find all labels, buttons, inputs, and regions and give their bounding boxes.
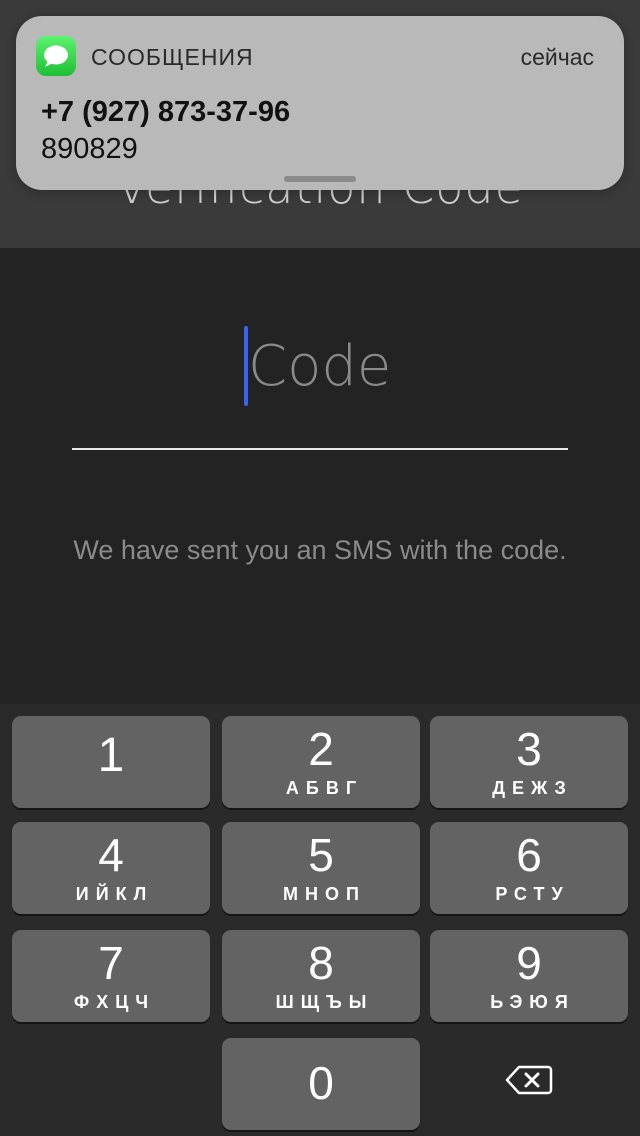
key-6[interactable]: 6 РСТУ	[430, 822, 628, 914]
sms-notification-banner[interactable]: СООБЩЕНИЯ сейчас +7 (927) 873-37-96 8908…	[16, 16, 624, 190]
key-digit: 1	[97, 729, 125, 782]
key-letters: ЬЭЮЯ	[490, 992, 575, 1012]
key-0[interactable]: 0	[222, 1038, 420, 1130]
key-letters: АБВГ	[285, 778, 364, 798]
notification-grabber-handle[interactable]	[284, 176, 356, 182]
key-letters: ДЕЖЗ	[492, 778, 573, 798]
key-1[interactable]: 1	[12, 716, 210, 808]
key-letters: ШЩЪЫ	[275, 992, 374, 1012]
key-digit: 9	[516, 937, 542, 989]
key-8[interactable]: 8 ШЩЪЫ	[222, 930, 420, 1022]
notification-time: сейчас	[520, 44, 594, 70]
sms-sent-hint: We have sent you an SMS with the code.	[73, 535, 567, 565]
key-digit: 4	[98, 829, 124, 881]
notification-sender: +7 (927) 873-37-96	[41, 96, 291, 128]
key-9[interactable]: 9 ЬЭЮЯ	[430, 930, 628, 1022]
messages-icon	[36, 36, 76, 76]
key-7[interactable]: 7 ФХЦЧ	[12, 930, 210, 1022]
key-letters: ФХЦЧ	[73, 992, 156, 1012]
key-2[interactable]: 2 АБВГ	[222, 716, 420, 808]
key-5[interactable]: 5 МНОП	[222, 822, 420, 914]
notification-message: 890829	[41, 133, 138, 165]
key-letters: МНОП	[283, 884, 366, 904]
code-input[interactable]: Code	[72, 320, 568, 420]
key-3[interactable]: 3 ДЕЖЗ	[430, 716, 628, 808]
delete-button[interactable]	[430, 1036, 628, 1128]
key-digit: 3	[516, 723, 542, 775]
notification-app-name: СООБЩЕНИЯ	[91, 44, 254, 70]
backspace-icon	[505, 1064, 553, 1101]
key-digit: 5	[308, 829, 334, 881]
key-digit: 8	[308, 937, 334, 989]
key-letters: ИЙКЛ	[75, 884, 154, 904]
key-digit: 2	[308, 723, 334, 775]
key-digit: 6	[516, 829, 542, 881]
code-placeholder: Code	[248, 334, 392, 399]
key-4[interactable]: 4 ИЙКЛ	[12, 822, 210, 914]
key-digit: 0	[308, 1057, 334, 1109]
code-input-underline	[72, 448, 568, 450]
key-letters: РСТУ	[495, 884, 570, 904]
key-digit: 7	[98, 937, 124, 989]
